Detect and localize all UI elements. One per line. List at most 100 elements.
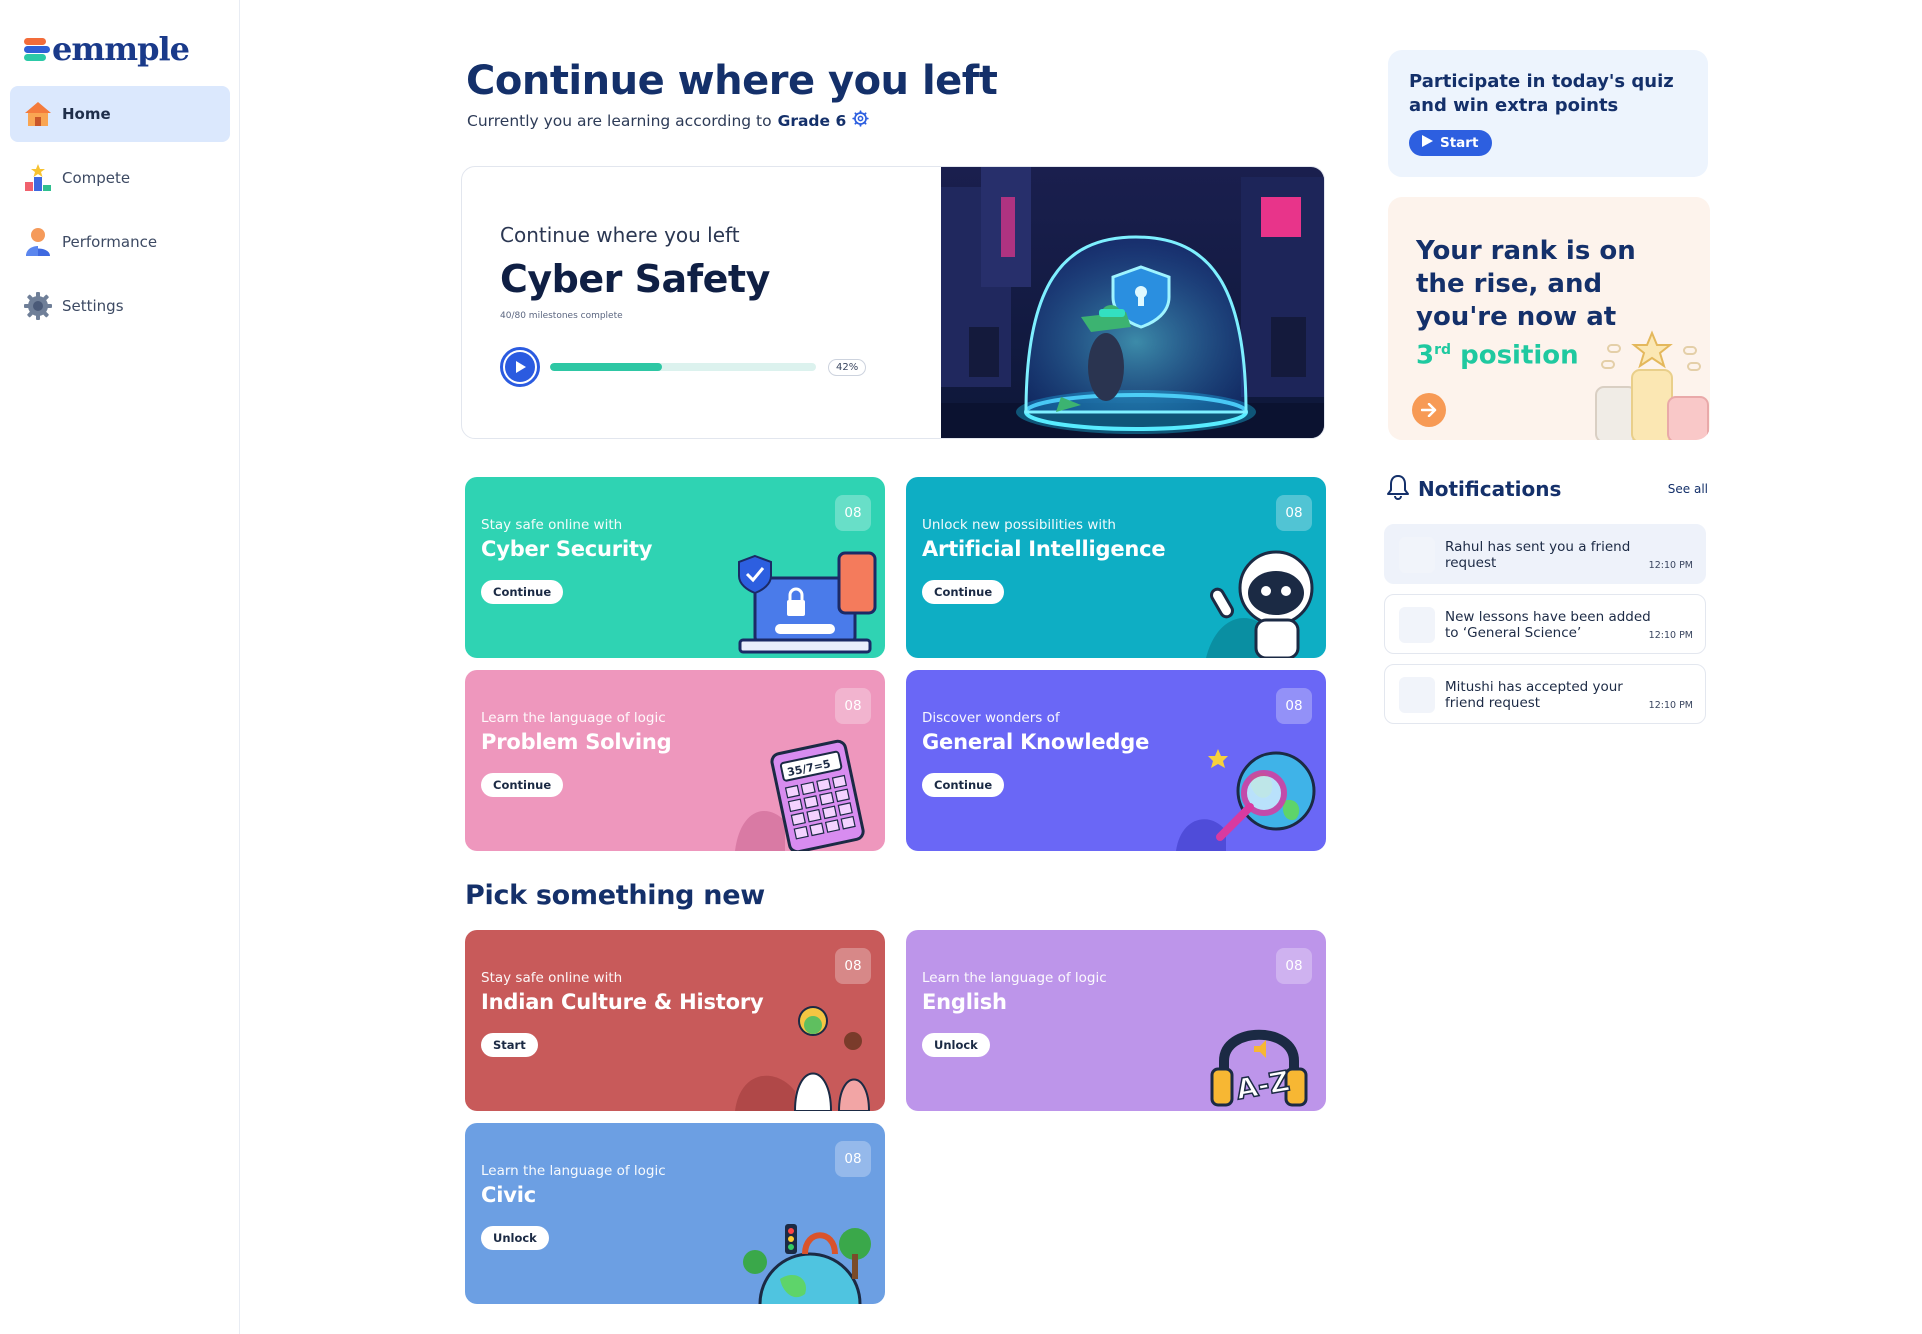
unlock-button[interactable]: Unlock	[922, 1033, 990, 1057]
dancers-icon	[735, 991, 885, 1111]
notification-item[interactable]: New lessons have been added to ‘General …	[1384, 594, 1706, 654]
continue-button[interactable]: Continue	[481, 580, 564, 604]
notifications-title: Notifications	[1418, 477, 1562, 501]
podium-icon	[22, 162, 54, 194]
course-card-artificial-intelligence[interactable]: Unlock new possibilities with Artificial…	[906, 477, 1326, 658]
hero-progress-row: 42%	[500, 347, 867, 387]
sidebar-item-label: Settings	[62, 297, 124, 315]
lesson-count-badge: 08	[835, 495, 871, 531]
lesson-count-badge: 08	[1276, 688, 1312, 724]
notification-message: New lessons have been added to ‘General …	[1445, 609, 1651, 641]
course-card-civic[interactable]: Learn the language of logic Civic Unlock…	[465, 1123, 885, 1304]
rank-position: 3	[1416, 340, 1435, 371]
gear-icon	[22, 290, 54, 322]
svg-text:A-Z: A-Z	[1234, 1064, 1293, 1106]
course-card-indian-culture[interactable]: Stay safe online with Indian Culture & H…	[465, 930, 885, 1111]
hero-text-group: Continue where you left Cyber Safety 40/…	[500, 223, 770, 321]
notification-avatar	[1399, 677, 1435, 713]
robot-icon	[1176, 538, 1326, 658]
laptop-lock-icon	[735, 538, 885, 658]
globe-city-icon	[735, 1184, 885, 1304]
card-title: Indian Culture & History	[481, 990, 764, 1014]
sidebar: emmple Home Compete Performance Settings	[0, 0, 240, 1334]
sidebar-item-label: Home	[62, 105, 111, 123]
sidebar-item-performance[interactable]: Performance	[10, 214, 230, 270]
notification-avatar	[1399, 607, 1435, 643]
continue-button[interactable]: Continue	[481, 773, 564, 797]
course-card-general-knowledge[interactable]: Discover wonders of General Knowledge Co…	[906, 670, 1326, 851]
card-title: Cyber Security	[481, 537, 653, 561]
card-title: General Knowledge	[922, 730, 1150, 754]
lesson-count-badge: 08	[835, 688, 871, 724]
progress-bar-fill	[550, 363, 662, 371]
course-card-cyber-security[interactable]: Stay safe online with Cyber Security Con…	[465, 477, 885, 658]
quiz-text: Participate in today's quiz and win extr…	[1409, 71, 1674, 116]
continue-button[interactable]: Continue	[922, 580, 1005, 604]
start-button[interactable]: Start	[481, 1033, 538, 1057]
unlock-button[interactable]: Unlock	[481, 1226, 549, 1250]
course-card-problem-solving[interactable]: Learn the language of logic Problem Solv…	[465, 670, 885, 851]
home-icon	[22, 98, 54, 130]
bell-icon	[1386, 474, 1410, 504]
grade-label[interactable]: Grade 6	[778, 112, 847, 130]
notification-time: 12:10 PM	[1648, 630, 1693, 641]
hero-course-title: Cyber Safety	[500, 257, 770, 301]
progress-bar	[550, 363, 816, 371]
lesson-count-badge: 08	[1276, 948, 1312, 984]
app-logo[interactable]: emmple	[24, 30, 190, 68]
page-title: Continue where you left	[466, 58, 998, 104]
notification-message: Rahul has sent you a friend request	[1445, 539, 1631, 571]
card-title: Artificial Intelligence	[922, 537, 1166, 561]
sidebar-item-settings[interactable]: Settings	[10, 278, 230, 334]
quiz-start-button[interactable]: Start	[1409, 130, 1493, 156]
card-kicker: Stay safe online with	[481, 517, 623, 533]
user-icon	[22, 226, 54, 258]
headphones-az-icon: A-Z	[1176, 991, 1326, 1111]
card-kicker: Discover wonders of	[922, 710, 1060, 726]
rank-details-button[interactable]	[1412, 393, 1446, 427]
notification-item[interactable]: Rahul has sent you a friend request 12:1…	[1384, 524, 1706, 584]
sidebar-item-label: Compete	[62, 169, 131, 187]
card-kicker: Unlock new possibilities with	[922, 517, 1116, 533]
rank-line2: position	[1460, 340, 1579, 371]
notification-message: Mitushi has accepted your friend request	[1445, 679, 1623, 711]
play-button[interactable]	[500, 347, 540, 387]
sidebar-item-compete[interactable]: Compete	[10, 150, 230, 206]
grade-settings-icon[interactable]	[852, 110, 869, 131]
sidebar-nav: Home Compete Performance Settings	[10, 86, 230, 342]
play-icon	[1421, 135, 1433, 151]
play-icon	[505, 352, 535, 382]
see-all-link[interactable]: See all	[1668, 482, 1708, 496]
pick-section-title: Pick something new	[465, 880, 765, 911]
card-kicker: Learn the language of logic	[481, 710, 666, 726]
sidebar-item-label: Performance	[62, 233, 158, 251]
hero-kicker: Continue where you left	[500, 223, 740, 247]
notification-avatar	[1399, 537, 1435, 573]
lesson-count-badge: 08	[1276, 495, 1312, 531]
notification-time: 12:10 PM	[1648, 560, 1693, 571]
quiz-start-label: Start	[1440, 135, 1479, 151]
continue-learning-hero[interactable]: Continue where you left Cyber Safety 40/…	[461, 166, 1325, 439]
logo-mark-icon	[24, 35, 50, 63]
hero-milestones: 40/80 milestones complete	[500, 311, 623, 321]
sidebar-item-home[interactable]: Home	[10, 86, 230, 142]
notification-item[interactable]: Mitushi has accepted your friend request…	[1384, 664, 1706, 724]
card-title: English	[922, 990, 1007, 1014]
progress-percent: 42%	[828, 358, 867, 376]
rank-line1: Your rank is on the rise, and you're now…	[1416, 236, 1636, 332]
cyber-safety-illustration	[941, 167, 1324, 438]
course-card-english[interactable]: Learn the language of logic English Unlo…	[906, 930, 1326, 1111]
calculator-icon: 35/7=5	[735, 731, 885, 851]
daily-quiz-card: Participate in today's quiz and win extr…	[1388, 50, 1708, 177]
notification-time: 12:10 PM	[1648, 700, 1693, 711]
logo-text: emmple	[52, 30, 190, 68]
podium-illustration-icon	[1595, 330, 1709, 440]
continue-button[interactable]: Continue	[922, 773, 1005, 797]
card-kicker: Learn the language of logic	[922, 970, 1107, 986]
rank-card: Your rank is on the rise, and you're now…	[1388, 197, 1710, 440]
arrow-right-icon	[1421, 403, 1437, 417]
subtitle-text: Currently you are learning according to	[467, 111, 772, 130]
lesson-count-badge: 08	[835, 948, 871, 984]
card-title: Civic	[481, 1183, 536, 1207]
globe-magnifier-icon	[1176, 731, 1326, 851]
